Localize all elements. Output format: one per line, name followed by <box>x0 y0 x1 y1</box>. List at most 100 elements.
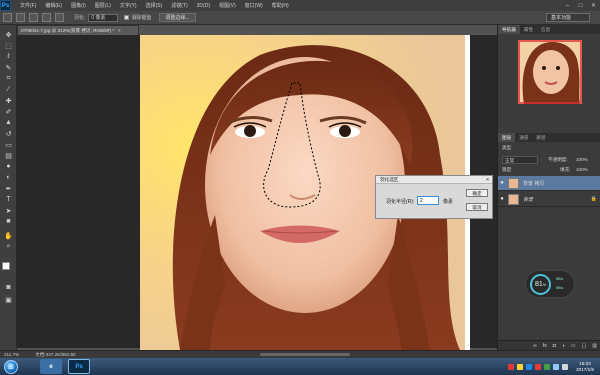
feather-radius-label: 羽化半径(R): <box>386 199 415 205</box>
tab-info[interactable]: 信息 <box>537 27 554 33</box>
type-tool-icon[interactable]: T <box>3 195 14 204</box>
folder-icon[interactable]: ▭ <box>571 343 576 349</box>
taskbar-clock[interactable]: 15:33 2017/1/9 <box>576 361 594 373</box>
zoom-tool-icon[interactable]: ⌕ <box>3 242 14 251</box>
dialog-close-icon[interactable]: ✕ <box>483 176 492 183</box>
menu-layer[interactable]: 图层(L) <box>95 2 111 9</box>
lasso-preset-icon[interactable] <box>3 13 12 22</box>
feather-unit-label: 像素 <box>443 199 454 205</box>
lasso-tool-icon[interactable]: ℓ <box>3 52 14 61</box>
dodge-icon[interactable]: ◐ <box>3 173 14 182</box>
hand-tool-icon[interactable]: ✋ <box>3 231 14 240</box>
photoshop-taskbar-icon[interactable]: Ps <box>68 359 90 374</box>
document-tab[interactable]: 0708031-7.jpg @ 212%(背景 拷贝, RGB/8#) * × <box>17 25 139 35</box>
layer-name: 背景 拷贝 <box>523 180 545 187</box>
gradient-icon[interactable]: ▤ <box>3 151 14 160</box>
navigator-thumbnail[interactable] <box>516 38 584 106</box>
healing-icon[interactable]: ✚ <box>3 96 14 105</box>
layer-row-background-copy[interactable]: ● 背景 拷贝 <box>498 176 600 191</box>
crop-tool-icon[interactable]: ⌗ <box>3 74 14 83</box>
blur-icon[interactable]: ● <box>3 162 14 171</box>
eraser-icon[interactable]: ▭ <box>3 140 14 149</box>
tray-app-icon[interactable] <box>517 363 524 370</box>
network-icon[interactable] <box>553 363 560 370</box>
tab-paths[interactable]: 路径 <box>532 135 549 141</box>
menu-edit[interactable]: 编辑(E) <box>45 2 62 9</box>
clock-date: 2017/1/9 <box>576 366 594 372</box>
visibility-eye-icon[interactable]: ● <box>498 180 506 186</box>
opacity-label: 不透明度: <box>548 157 568 162</box>
move-tool-icon[interactable]: ✥ <box>3 30 14 39</box>
close-tab-icon[interactable]: × <box>118 28 121 33</box>
ie-taskbar-icon[interactable]: e <box>40 359 62 374</box>
blend-mode-select[interactable]: 正常 <box>502 156 538 164</box>
adjustment-icon[interactable]: ◑ <box>562 343 565 349</box>
tray-app-icon[interactable] <box>544 363 551 370</box>
minimize-icon[interactable]: – <box>561 0 574 11</box>
link-layers-icon[interactable]: ∞ <box>533 343 537 349</box>
stamp-icon[interactable]: ▲ <box>3 118 14 127</box>
close-icon[interactable]: ✕ <box>587 0 600 11</box>
horizontal-scrollbar[interactable] <box>260 353 350 356</box>
dialog-titlebar[interactable]: 羽化选区 ✕ <box>376 176 492 184</box>
subtract-selection-icon[interactable] <box>42 13 51 22</box>
menu-filter[interactable]: 滤镜(T) <box>171 2 187 9</box>
maximize-icon[interactable]: □ <box>574 0 587 11</box>
start-button-icon[interactable]: ⊞ <box>4 359 18 374</box>
opacity-value[interactable]: 100% <box>576 157 588 162</box>
visibility-eye-icon[interactable]: ● <box>498 196 506 202</box>
screen-mode-icon[interactable]: ▣ <box>3 295 14 304</box>
pen-icon[interactable]: ✒ <box>3 184 14 193</box>
tray-app-icon[interactable] <box>535 363 542 370</box>
marquee-tool-icon[interactable]: ⬚ <box>3 41 14 50</box>
menu-window[interactable]: 窗口(W) <box>245 2 263 9</box>
antialias-checkbox[interactable]: 消除锯齿 <box>124 14 151 21</box>
menu-type[interactable]: 文字(Y) <box>120 2 137 9</box>
new-layer-icon[interactable]: ▢ <box>582 343 587 349</box>
system-monitor-widget[interactable]: 81% 0K/s 0K/s <box>525 270 575 298</box>
menu-image[interactable]: 图像(I) <box>71 2 86 9</box>
intersect-selection-icon[interactable] <box>55 13 64 22</box>
fill-label: 填充: <box>560 167 571 172</box>
shape-tool-icon[interactable]: ■ <box>3 217 14 226</box>
eyedropper-icon[interactable]: ⁄ <box>3 85 14 94</box>
zoom-level[interactable]: 211.7% <box>4 352 19 357</box>
trash-icon[interactable]: ▥ <box>592 343 597 349</box>
menu-file[interactable]: 文件(F) <box>20 2 36 9</box>
menu-help[interactable]: 帮助(H) <box>272 2 289 9</box>
quick-mask-icon[interactable]: ◙ <box>3 283 14 292</box>
add-selection-icon[interactable] <box>29 13 38 22</box>
refine-edge-button[interactable]: 调整边缘... <box>159 13 196 22</box>
fill-value[interactable]: 100% <box>576 167 588 172</box>
menu-select[interactable]: 选择(S) <box>146 2 163 9</box>
mask-icon[interactable]: ◘ <box>553 343 556 349</box>
layer-kind-filter[interactable]: 类型 <box>502 145 511 151</box>
navigator-preview-image <box>518 40 582 104</box>
tab-layers[interactable]: 图层 <box>498 133 516 142</box>
history-brush-icon[interactable]: ↺ <box>3 129 14 138</box>
volume-icon[interactable] <box>562 363 569 370</box>
tray-app-icon[interactable] <box>526 363 533 370</box>
usage-unit: % <box>542 282 546 287</box>
ok-button[interactable]: 确定 <box>466 189 488 197</box>
feather-radius-input[interactable]: 2 <box>417 196 439 205</box>
workspace-select[interactable]: 基本功能 <box>546 13 590 22</box>
path-select-icon[interactable]: ➤ <box>3 206 14 215</box>
cancel-button[interactable]: 取消 <box>466 203 488 211</box>
new-selection-icon[interactable] <box>16 13 25 22</box>
usage-percent: 81 <box>535 281 543 288</box>
tray-app-icon[interactable] <box>508 363 515 370</box>
layer-row-background[interactable]: ● 背景 🔒 <box>498 192 600 207</box>
menu-view[interactable]: 视图(V) <box>219 2 236 9</box>
feather-input[interactable]: 0 像素 <box>88 13 119 22</box>
fx-icon[interactable]: fx <box>543 343 547 349</box>
lock-icon: 🔒 <box>590 196 597 202</box>
tab-channels[interactable]: 通道 <box>515 135 532 141</box>
tab-navigator[interactable]: 导航器 <box>498 25 520 34</box>
tab-properties[interactable]: 属性 <box>520 27 537 33</box>
brush-icon[interactable]: ✐ <box>3 107 14 116</box>
menu-3d[interactable]: 3D(D) <box>197 3 210 9</box>
foreground-color-swatch[interactable] <box>2 262 10 270</box>
quick-select-icon[interactable]: ✎ <box>3 63 14 72</box>
document-size-info[interactable]: 文档:447.2K/894.5K <box>35 352 76 358</box>
